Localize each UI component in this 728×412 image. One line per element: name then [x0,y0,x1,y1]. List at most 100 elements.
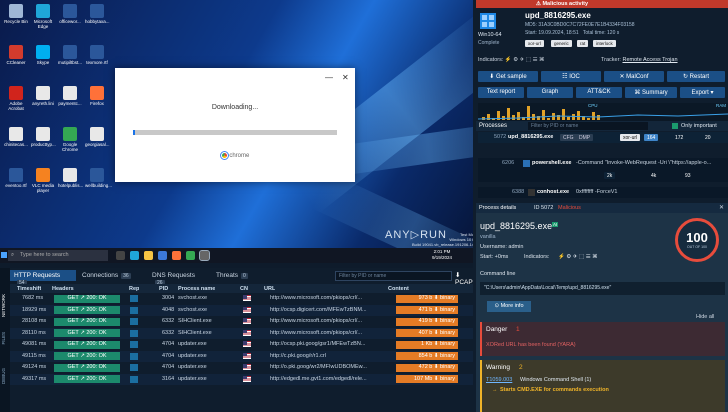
hide-all-link[interactable]: Hide all [696,314,714,320]
desktop-icon[interactable]: hotelpublis... [58,168,83,188]
download-title: Downloading... [211,104,259,111]
side-tab-debug[interactable]: DEBUG [1,368,9,384]
attck-button[interactable]: ATT&CK [576,87,622,98]
close-icon[interactable]: ✕ [342,73,349,82]
desktop-icon[interactable]: wellbuilding... [85,168,112,188]
start-icon[interactable] [1,252,7,258]
desktop-icon-label: mutipiltbst... [58,60,83,65]
desktop-icon[interactable]: paymentc... [58,86,82,106]
tab-dns-requests[interactable]: DNS Requests26 [148,270,210,286]
tag-xor-url[interactable]: xor-url [525,40,544,47]
network-filter-input[interactable]: Filter by PID or name [335,271,452,281]
http-request-row[interactable]: 49317 ms GET ↗ 200: OK 3164 updater.exe http… [10,373,473,385]
column-header[interactable]: Headers [52,286,74,292]
process-row-5072[interactable]: 5072 upd_8816295.exe CFG DMP xor-url 164… [478,132,728,143]
minimize-icon[interactable]: — [325,73,333,82]
desktop-icon[interactable]: anyreth.lini [31,86,55,106]
country-flag-icon [243,341,251,347]
desktop-icon[interactable]: officewor... [58,4,82,24]
firefox-taskbar-icon[interactable] [172,251,181,260]
mitre-link[interactable]: T1059.003 [486,377,512,383]
tab-connections[interactable]: Connections 36 [78,270,144,281]
sample-times: Start: 19.09.2024, 18:51 Total time: 120… [525,30,619,36]
close-icon[interactable]: ✕ [719,204,724,211]
malconf-button[interactable]: ✕ MalConf [604,71,664,82]
request-process: svchost.exe [178,295,208,301]
country-flag-icon [243,318,251,324]
explorer-taskbar-icon[interactable] [144,251,153,260]
column-header[interactable]: CN [240,286,248,292]
details-subtitle: vanilla [480,234,496,240]
desktop-icon[interactable]: chinitecas... [4,127,28,147]
column-header[interactable]: Process name [178,286,215,292]
chrome-label: chrome [229,153,250,160]
activity-graph: CPU RAM [477,103,728,121]
desktop-icon[interactable]: Recycle Bin [4,4,28,24]
text-report-button[interactable]: Text report [478,87,524,98]
desktop-icon[interactable]: CCleaner [4,45,28,65]
desktop-icon[interactable]: Firefox [85,86,109,106]
http-request-row[interactable]: 28108 ms GET ↗ 200: OK 6332 SIHClient.exe ht… [10,316,473,327]
process-name: powershell.exe [532,159,572,166]
desktop-icon[interactable]: hobbytaxa... [85,4,110,24]
graph-button[interactable]: Graph [527,87,573,98]
column-header[interactable]: Content [388,286,409,292]
desktop-icon[interactable]: Adobe Acrobat [4,86,28,111]
vm-desktop[interactable]: Recycle Bin Microsoft Edge officewor... hob… [0,0,473,263]
store-taskbar-icon[interactable] [158,251,167,260]
activity-bar [542,110,545,120]
warning-section: Warning 2 T1059.003 Windows Command Shel… [480,360,725,412]
side-tab-files[interactable]: FILES [1,332,9,345]
process-row-6206[interactable]: 6206 powershell.exe -Command "Invoke-Web… [478,158,728,182]
export-button[interactable]: Export ▾ [680,87,725,98]
desktop-icon[interactable]: producttyp... [31,127,56,147]
desktop-icon[interactable]: mutipiltbst... [58,45,82,65]
download-dialog[interactable]: — ✕ Downloading... chrome [115,68,355,182]
app-icon [36,168,50,182]
country-flag-icon [243,295,251,301]
request-content: 407 b ⬇ binary [396,329,458,337]
http-request-row[interactable]: 18929 ms GET ↗ 200: OK 4048 svchost.exe http… [10,304,473,316]
restart-button[interactable]: ↻ Restart [667,71,725,82]
column-header[interactable]: URL [264,286,275,292]
ioc-button[interactable]: ☷ IOC [541,71,601,82]
desktop-icon[interactable]: texmore.rtf [85,45,109,65]
http-request-row[interactable]: 49115 ms GET ↗ 200: OK 4704 updater.exe http… [10,350,473,362]
column-header[interactable]: PID [159,286,168,292]
more-info-button[interactable]: ⊙ More info [487,301,531,312]
desktop-icon[interactable]: Google Chrome [58,127,82,152]
summary-button[interactable]: ⌘ Summary [625,87,677,98]
only-important-checkbox[interactable] [672,123,678,129]
tab-threats[interactable]: Threats 0 [212,270,262,281]
column-header[interactable]: Timeshift [17,286,41,292]
request-time: 49317 ms [22,375,47,382]
side-tab-network[interactable]: NETWORK [1,294,9,317]
http-request-row[interactable]: 49081 ms GET ↗ 200: OK 4704 updater.exe http… [10,339,473,350]
desktop-icon[interactable]: Microsoft Edge [31,4,55,29]
taskbar-search[interactable]: ⌕ Type here to search [8,250,108,261]
edge-taskbar-icon[interactable] [130,251,139,260]
column-header[interactable]: Rep [129,286,139,292]
desktop-icon[interactable]: georgiasal... [85,127,110,147]
http-request-row[interactable]: 7682 ms GET ↗ 200: OK 3004 svchost.exe http:… [10,293,473,304]
details-process-name: upd_8816295.exe [480,221,553,231]
desktop-icon[interactable]: Skype [31,45,55,65]
tab-http-requests[interactable]: HTTP Requests54 [10,270,76,286]
chrome-taskbar-icon[interactable] [186,251,195,260]
installer-taskbar-icon[interactable] [199,250,210,261]
details-start: Start: +0ms [480,254,509,260]
task-view-icon[interactable] [116,251,125,260]
desktop-icon[interactable]: VLC media player [31,168,55,193]
tracker-link[interactable]: Remote Access Trojan [623,57,678,63]
button-label: Export [691,90,709,96]
tracker-row: Tracker: Remote Access Trojan [601,57,678,63]
http-request-row[interactable]: 49124 ms GET ↗ 200: OK 4704 updater.exe http… [10,362,473,373]
tag-rat[interactable]: rat [577,40,589,47]
desktop-icon[interactable]: eventoo.rtf [4,168,28,188]
process-row-6388[interactable]: 6388 conhost.exe 0xffffffff -ForceV1 [478,187,728,198]
tag-interlock[interactable]: interlock [593,40,616,47]
http-request-row[interactable]: 28110 ms GET ↗ 200: OK 6332 SIHClient.exe ht… [10,327,473,339]
process-filter-input[interactable]: Filter by PID or name [528,122,648,130]
get-sample-button[interactable]: ⬇ Get sample [478,71,538,82]
tag-generic[interactable]: generic [551,40,572,47]
